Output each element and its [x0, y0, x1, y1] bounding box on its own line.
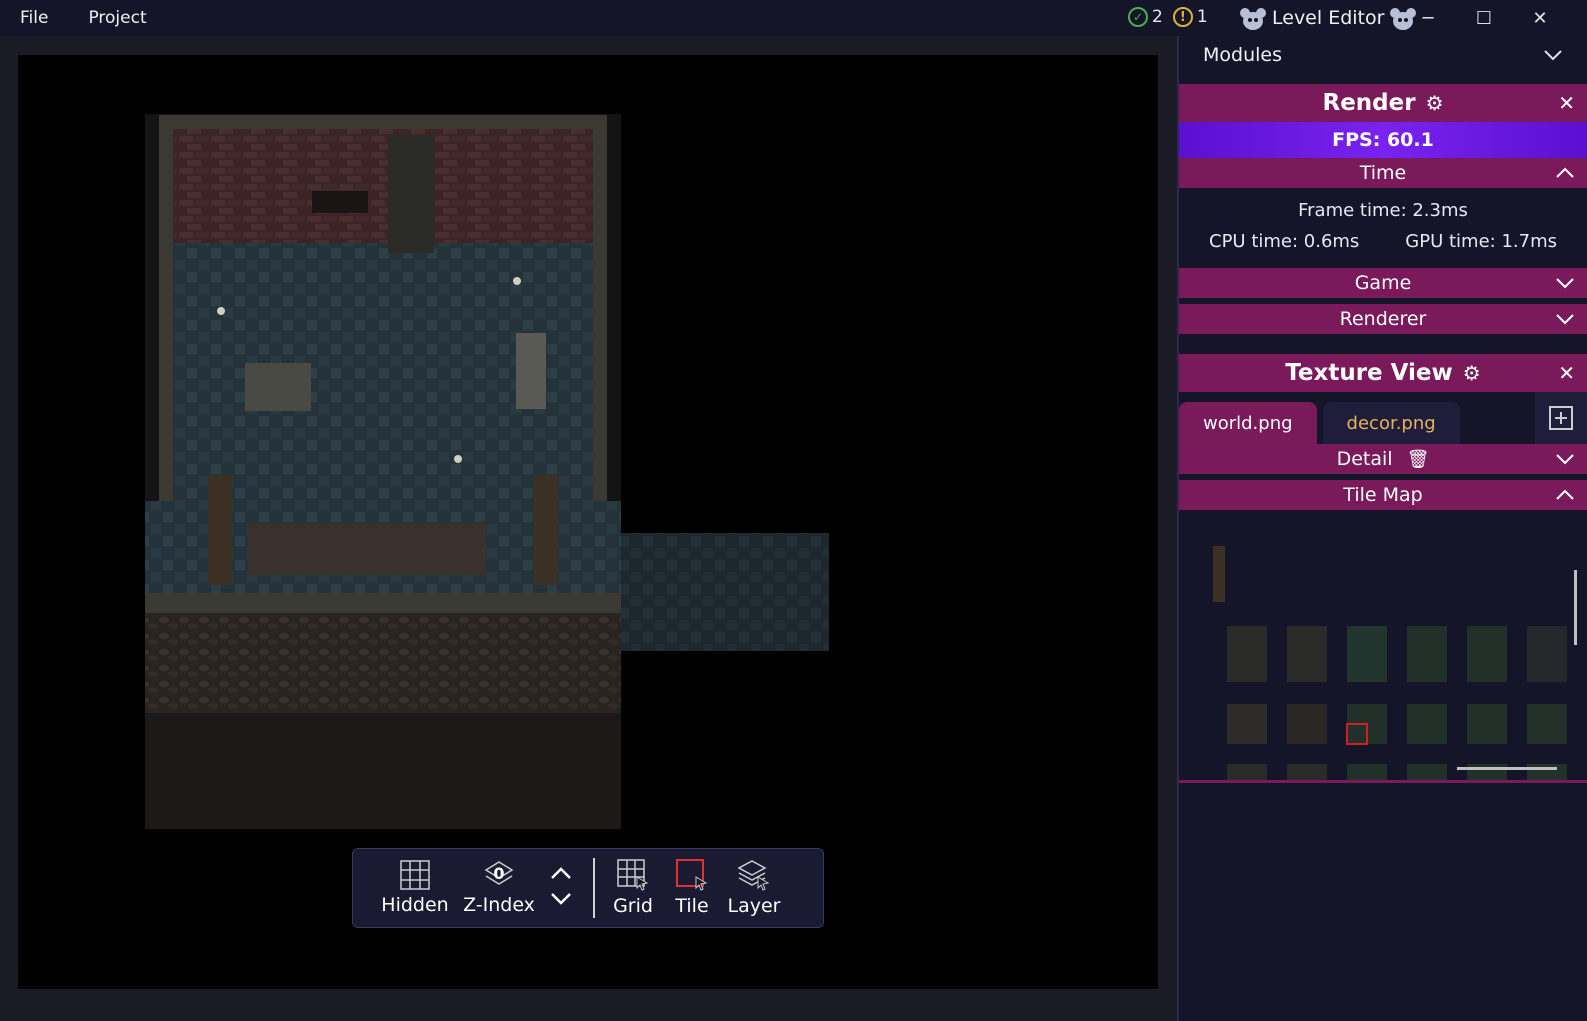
ok-count: 2	[1152, 7, 1163, 27]
mascot-left-icon	[1240, 8, 1266, 30]
zindex-stepper	[539, 849, 583, 927]
add-texture-button[interactable]	[1535, 392, 1587, 444]
layer-button[interactable]: Layer	[723, 849, 785, 927]
tile-map-section-header[interactable]: Tile Map	[1179, 480, 1587, 510]
tile-cursor-icon	[676, 859, 708, 891]
texture-view-module-header[interactable]: Texture View ⚙ ✕	[1179, 354, 1587, 392]
warning-circle-icon: !	[1172, 7, 1193, 27]
render-module-header[interactable]: Render ⚙ ✕	[1179, 84, 1587, 122]
tile-map-view[interactable]	[1179, 510, 1587, 780]
zindex-value: 0	[493, 864, 505, 883]
close-icon[interactable]: ✕	[1558, 361, 1575, 385]
close-button[interactable]: ✕	[1512, 0, 1568, 36]
horizontal-scrollbar[interactable]	[1457, 767, 1557, 770]
tile-map-title: Tile Map	[1343, 484, 1423, 506]
layer-label: Layer	[727, 895, 781, 917]
modules-title: Modules	[1203, 44, 1282, 66]
game-title: Game	[1354, 272, 1412, 294]
zindex-control[interactable]: 0 Z-Index	[459, 849, 539, 927]
render-title: Render	[1322, 90, 1416, 116]
menu-project[interactable]: Project	[68, 8, 166, 28]
maximize-icon: ☐	[1475, 7, 1493, 29]
grid-cursor-icon	[617, 859, 649, 891]
tile-button[interactable]: Tile	[661, 849, 723, 927]
detail-section-header[interactable]: Detail 🗑	[1179, 444, 1587, 474]
time-stats: Frame time: 2.3ms CPU time: 0.6ms GPU ti…	[1179, 188, 1587, 264]
modules-header[interactable]: Modules	[1179, 36, 1587, 74]
chevron-down-icon	[1556, 278, 1574, 289]
minimize-button[interactable]: ─	[1400, 0, 1456, 36]
app-title: Level Editor	[1238, 5, 1418, 31]
game-section-header[interactable]: Game	[1179, 268, 1587, 298]
texture-tabs: world.png decor.png	[1179, 392, 1587, 444]
fps-graph: FPS: 60.1	[1179, 122, 1587, 158]
close-icon: ✕	[1532, 7, 1548, 29]
warn-count: 1	[1196, 7, 1208, 27]
layers-cursor-icon	[738, 860, 770, 891]
editor-toolbar: Hidden 0 Z-Index Grid Tile Layer	[352, 848, 824, 928]
detail-title: Detail	[1336, 448, 1393, 470]
gear-icon[interactable]: ⚙	[1463, 361, 1481, 385]
toolbar-divider	[593, 858, 595, 918]
chevron-down-icon	[1556, 454, 1574, 465]
chevron-down-icon	[1556, 314, 1574, 325]
grid-label: Grid	[613, 895, 653, 917]
fps-label: FPS: 60.1	[1332, 129, 1434, 151]
vertical-scrollbar[interactable]	[1574, 570, 1577, 645]
status-indicators[interactable]: ✓ 2 ! 1	[1128, 7, 1208, 27]
maximize-button[interactable]: ☐	[1456, 0, 1512, 36]
renderer-title: Renderer	[1339, 308, 1427, 330]
gpu-time: GPU time: 1.7ms	[1405, 231, 1557, 252]
modules-panel: Modules Render ⚙ ✕ FPS: 60.1 Time Frame …	[1177, 36, 1587, 1021]
close-icon[interactable]: ✕	[1558, 91, 1575, 115]
time-title: Time	[1359, 162, 1407, 184]
chevron-down-icon[interactable]	[550, 892, 572, 906]
app-title-text: Level Editor	[1272, 7, 1385, 29]
cpu-time: CPU time: 0.6ms	[1209, 231, 1360, 252]
zindex-label: Z-Index	[463, 894, 535, 916]
tile-label: Tile	[675, 895, 709, 917]
chevron-up-icon	[1556, 489, 1574, 500]
layers-zindex-icon: 0	[484, 860, 514, 890]
minimize-icon: ─	[1422, 7, 1434, 29]
gear-icon[interactable]: ⚙	[1426, 91, 1444, 115]
time-section-header[interactable]: Time	[1179, 158, 1587, 188]
frame-time: Frame time: 2.3ms	[1298, 200, 1468, 221]
tab-world-png[interactable]: world.png	[1179, 402, 1317, 444]
plus-square-icon	[1549, 406, 1573, 430]
check-circle-icon: ✓	[1128, 7, 1148, 27]
chevron-down-icon	[1544, 50, 1562, 61]
chevron-up-icon	[1556, 167, 1574, 178]
hidden-button[interactable]: Hidden	[371, 849, 459, 927]
grid-hidden-icon	[400, 860, 430, 890]
tile-atlas	[1213, 546, 1567, 780]
menu-file[interactable]: File	[0, 8, 68, 28]
tab-decor-png[interactable]: decor.png	[1322, 402, 1460, 444]
chevron-up-icon[interactable]	[550, 866, 572, 880]
texture-view-title: Texture View	[1285, 360, 1453, 386]
hidden-label: Hidden	[381, 894, 449, 916]
grid-button[interactable]: Grid	[605, 849, 661, 927]
trash-icon[interactable]: 🗑	[1407, 449, 1430, 470]
renderer-section-header[interactable]: Renderer	[1179, 304, 1587, 334]
